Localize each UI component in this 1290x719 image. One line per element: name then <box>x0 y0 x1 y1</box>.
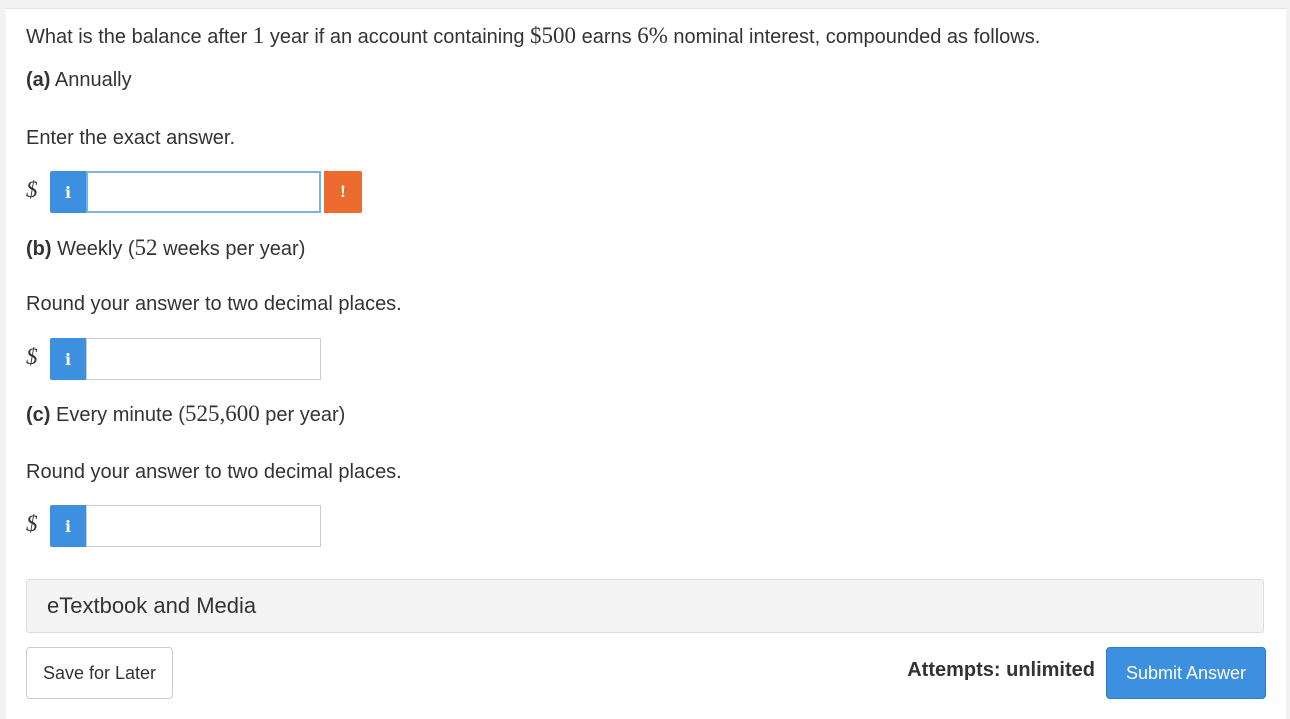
part-c-title: Every minute ( <box>56 404 185 426</box>
attempts-label: Attempts: unlimited <box>907 659 1095 681</box>
part-a-instruction: Enter the exact answer. <box>26 127 236 149</box>
part-b-instruction: Round your answer to two decimal places. <box>26 293 402 315</box>
weeks-value: 52 <box>134 235 158 260</box>
part-c-answer-input[interactable] <box>86 505 321 547</box>
part-b-answer-input[interactable] <box>86 338 321 380</box>
question-text: What is the balance after 1 year if an a… <box>26 23 1040 49</box>
etextbook-label: eTextbook and Media <box>47 593 257 618</box>
part-a-answer-input[interactable] <box>86 171 321 213</box>
info-icon[interactable]: i <box>50 171 86 213</box>
save-for-later-button[interactable]: Save for Later <box>26 647 173 699</box>
rate-value: 6% <box>637 23 668 48</box>
minutes-value: 525,600 <box>184 401 260 426</box>
question-text-part: earns <box>576 26 638 48</box>
part-c-label: (c) Every minute (525,600 per year) <box>26 401 345 427</box>
years-value: 1 <box>252 23 265 48</box>
part-c-instruction: Round your answer to two decimal places. <box>26 461 402 483</box>
part-a-label: (a) Annually <box>26 69 132 92</box>
part-b-tag: (b) <box>26 238 52 260</box>
question-card: What is the balance after 1 year if an a… <box>6 8 1286 719</box>
etextbook-media-panel[interactable]: eTextbook and Media <box>26 579 1264 633</box>
part-a-tag: (a) <box>26 69 51 91</box>
info-icon[interactable]: i <box>50 338 86 380</box>
info-icon[interactable]: i <box>50 505 86 547</box>
question-text-part: nominal interest, compounded as follows. <box>667 26 1041 48</box>
currency-symbol: $ <box>26 344 38 369</box>
part-c-title-end: per year) <box>259 404 346 426</box>
submit-answer-button[interactable]: Submit Answer <box>1106 647 1266 699</box>
part-b-title-end: weeks per year) <box>157 238 306 260</box>
part-b-title: Weekly ( <box>57 238 135 260</box>
question-text-part: What is the balance after <box>26 26 253 48</box>
warning-icon[interactable]: ! <box>324 171 362 213</box>
question-text-part: year if an account containing <box>264 26 531 48</box>
currency-symbol: $ <box>26 511 38 536</box>
part-b-label: (b) Weekly (52 weeks per year) <box>26 235 305 261</box>
currency-symbol: $ <box>26 177 38 202</box>
principal-value: $500 <box>530 23 577 48</box>
part-a-title: Annually <box>54 69 132 91</box>
part-c-tag: (c) <box>26 404 51 426</box>
